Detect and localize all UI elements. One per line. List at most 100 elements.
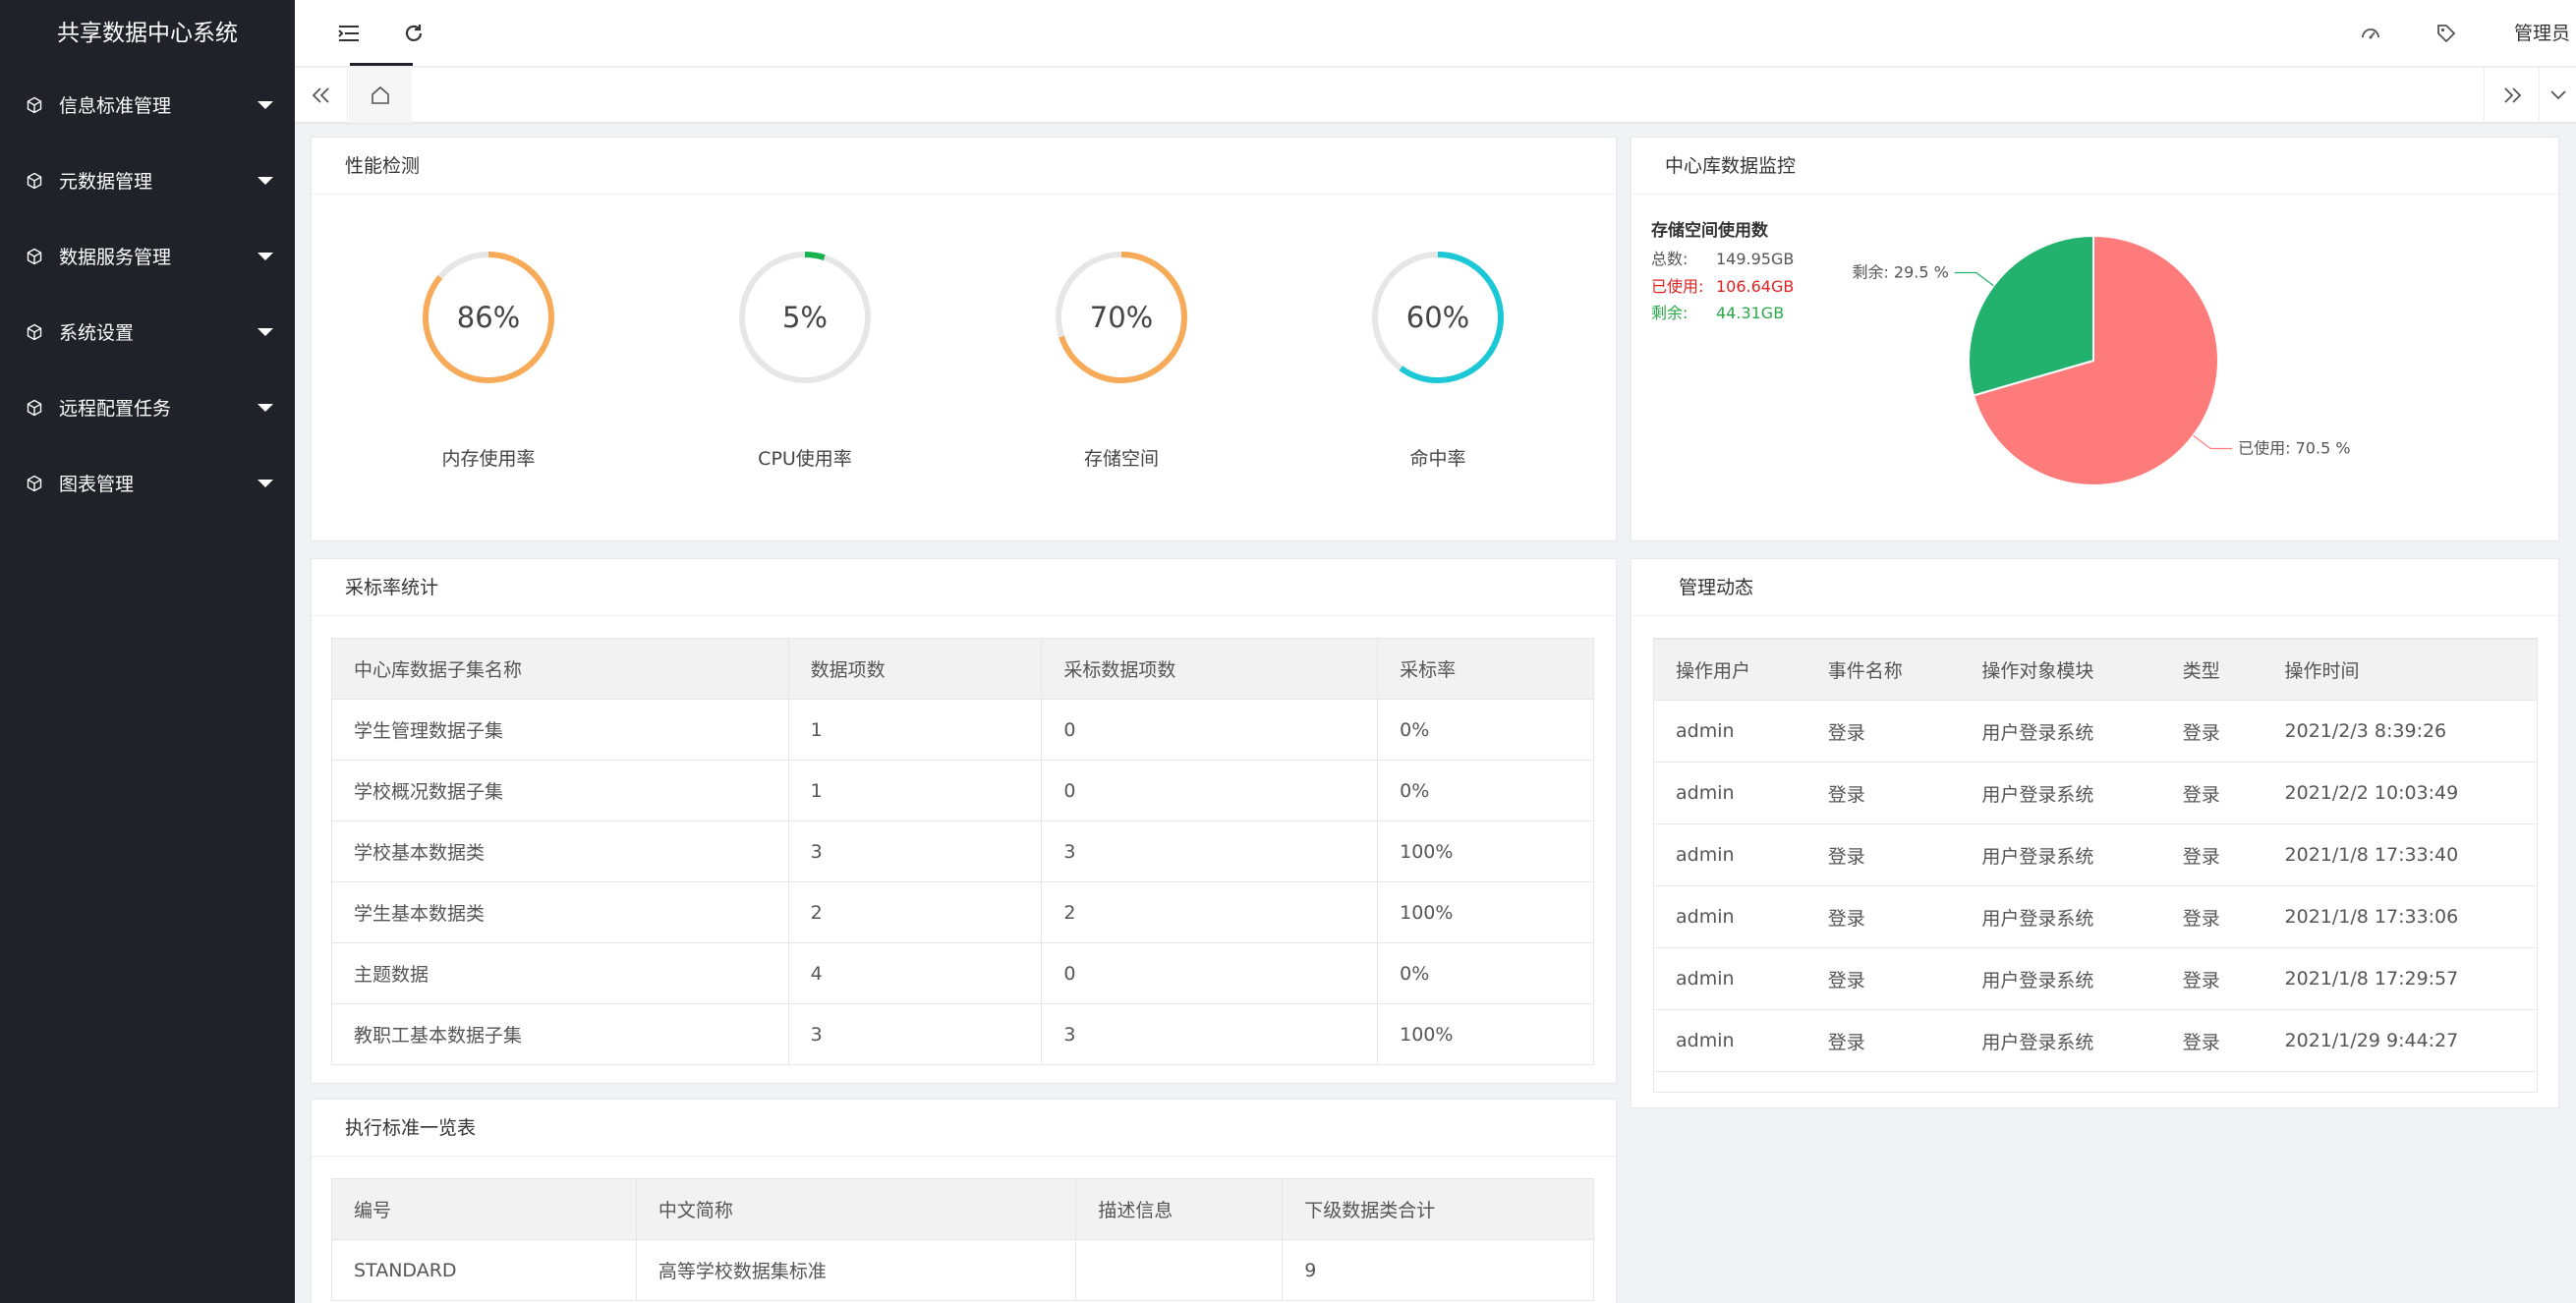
- table-cell: 0%: [1377, 942, 1594, 1004]
- column-header[interactable]: 描述信息: [1075, 1178, 1284, 1240]
- column-header[interactable]: 中文简称: [635, 1178, 1077, 1240]
- column-header[interactable]: 类型: [2160, 639, 2263, 701]
- stat-used-label: 已使用:: [1651, 277, 1704, 296]
- caret-down-icon: [258, 252, 273, 260]
- table-cell: 登录: [2160, 1009, 2263, 1072]
- stat-free-value: 44.31GB: [1716, 304, 1785, 322]
- table-cell: admin: [1654, 762, 1806, 824]
- active-indicator: [350, 63, 413, 66]
- tab-home[interactable]: [349, 68, 412, 123]
- user-menu[interactable]: 管理员: [2514, 0, 2570, 67]
- table-cell: admin: [1654, 823, 1806, 886]
- table-row[interactable]: admin 登录 用户登录系统 登录 2021/2/2 10:03:49: [1654, 762, 2537, 824]
- table-cell: 学生基本数据类: [331, 881, 789, 943]
- table-cell: 用户登录系统: [1960, 762, 2161, 824]
- table-cell: admin: [1654, 700, 1806, 763]
- table-row[interactable]: admin 登录 用户登录系统 登录 2021/2/3 8:39:26: [1654, 700, 2537, 763]
- table-header-row: 中心库数据子集名称 数据项数 采标数据项数 采标率: [331, 638, 1594, 700]
- table-cell: 登录: [1805, 1009, 1961, 1072]
- sidebar: 共享数据中心系统 信息标准管理元数据管理 数据服务管理 系统设置远程配置任务图表管理: [0, 0, 295, 1303]
- cube-icon: [26, 172, 43, 190]
- table-row[interactable]: 学校基本数据类 3 3 100%: [331, 821, 1594, 882]
- caret-down-icon: [258, 176, 273, 185]
- table-row[interactable]: STANDARD 高等学校数据集标准 9: [331, 1239, 1594, 1301]
- stat-used: 已使用: 106.64GB: [1651, 273, 1794, 297]
- refresh-icon: [405, 25, 423, 41]
- pie-leader-line: [2193, 434, 2233, 450]
- sidebar-item-label: 远程配置任务: [59, 398, 172, 420]
- gauge-1: 5%: [736, 249, 874, 386]
- table-cell: 登录: [1805, 885, 1961, 948]
- table-row[interactable]: 主题数据 4 0 0%: [331, 942, 1594, 1004]
- table-row[interactable]: admin 登录 用户登录系统 登录 2021/1/8 17:29:57: [1654, 947, 2537, 1010]
- table-cell: 2021/2/2 10:03:49: [2262, 762, 2537, 824]
- column-header[interactable]: 操作时间: [2262, 639, 2537, 701]
- table-cell: 2: [1041, 881, 1379, 943]
- app-title: 共享数据中心系统: [57, 21, 238, 46]
- sidebar-item-0[interactable]: 信息标准管理: [0, 67, 295, 142]
- home-icon: [372, 85, 389, 104]
- cube-icon: [26, 96, 43, 114]
- table-row[interactable]: admin 登录 用户登录系统 登录 2021/1/29 9:44:27: [1654, 1009, 2537, 1072]
- menu-toggle-button[interactable]: [315, 0, 383, 67]
- column-header[interactable]: 中心库数据子集名称: [331, 638, 789, 700]
- table-cell: 0: [1041, 699, 1379, 761]
- table-cell: 登录: [2160, 885, 2263, 948]
- column-header[interactable]: 下级数据类合计: [1282, 1178, 1594, 1240]
- rate-table: 中心库数据子集名称 数据项数 采标数据项数 采标率 学生管理数据子集 1 0 0% 学校概况数据…: [331, 638, 1594, 1065]
- dashboard-icon: [2362, 28, 2379, 39]
- column-header[interactable]: 数据项数: [787, 638, 1043, 700]
- double-chevron-left-icon: [312, 87, 329, 103]
- column-header[interactable]: 事件名称: [1805, 639, 1961, 701]
- gauge-value: 86%: [456, 301, 521, 334]
- tab-scroll-right-button[interactable]: [2484, 68, 2539, 123]
- refresh-button[interactable]: [379, 0, 448, 67]
- chevron-down-icon: [2549, 90, 2566, 100]
- stat-total-label: 总数:: [1651, 250, 1689, 268]
- caret-down-icon: [258, 327, 273, 336]
- log-title: 管理动态: [1631, 559, 2558, 616]
- caret-down-icon: [258, 479, 273, 487]
- sidebar-nav: 信息标准管理元数据管理 数据服务管理 系统设置远程配置任务图表管理: [0, 67, 295, 521]
- table-row[interactable]: admin 登录 用户登录系统 登录 2021/1/8 17:33:40: [1654, 823, 2537, 886]
- sidebar-item-3[interactable]: 系统设置: [0, 294, 295, 369]
- table-cell: 100%: [1377, 881, 1594, 943]
- column-header[interactable]: 操作对象模块: [1960, 639, 2161, 701]
- table-cell: 学校基本数据类: [331, 821, 789, 882]
- table-row[interactable]: 学校概况数据子集 1 0 0%: [331, 760, 1594, 821]
- table-header-row: 编号 中文简称 描述信息 下级数据类合计: [331, 1178, 1594, 1240]
- column-header[interactable]: 操作用户: [1654, 639, 1806, 701]
- top-bar: 管理员: [295, 0, 2576, 67]
- table-cell: 100%: [1377, 1003, 1594, 1065]
- sidebar-item-5[interactable]: 图表管理: [0, 445, 295, 521]
- sidebar-item-4[interactable]: 远程配置任务: [0, 369, 295, 445]
- tag-button[interactable]: [2412, 0, 2481, 67]
- table-cell: 2021/1/8 17:29:57: [2262, 947, 2537, 1010]
- stat-used-value: 106.64GB: [1716, 277, 1795, 296]
- column-header[interactable]: 采标数据项数: [1041, 638, 1379, 700]
- column-header[interactable]: 编号: [331, 1178, 637, 1240]
- table-cell: 100%: [1377, 821, 1594, 882]
- gauge-label: 命中率: [1409, 448, 1466, 470]
- table-cell: 3: [787, 1003, 1043, 1065]
- table-row[interactable]: 学生基本数据类 2 2 100%: [331, 881, 1594, 943]
- sidebar-item-2[interactable]: 数据服务管理: [0, 218, 295, 294]
- table-row[interactable]: 教职工基本数据子集 3 3 100%: [331, 1003, 1594, 1065]
- gauge-label: 存储空间: [1083, 448, 1159, 470]
- sidebar-item-1[interactable]: 元数据管理: [0, 142, 295, 218]
- gauge-2: 70%: [1053, 249, 1190, 386]
- column-header[interactable]: 采标率: [1377, 638, 1594, 700]
- tab-scroll-left-button[interactable]: [295, 68, 348, 123]
- sidebar-item-label: 信息标准管理: [59, 95, 172, 117]
- table-row[interactable]: 学生管理数据子集 1 0 0%: [331, 699, 1594, 761]
- tab-menu-button[interactable]: [2539, 68, 2576, 123]
- theme-button[interactable]: [2336, 0, 2405, 67]
- table-cell: 用户登录系统: [1960, 947, 2161, 1010]
- gauge-label: CPU使用率: [758, 448, 852, 470]
- log-table-wrap: 操作用户 事件名称 操作对象模块 类型 操作时间 admin 登录 用户登录系统 登录 2021/…: [1653, 638, 2538, 1093]
- table-cell: 2021/2/3 8:39:26: [2262, 700, 2537, 763]
- tab-bar: [295, 68, 2576, 123]
- table-row[interactable]: admin 登录 用户登录系统 登录 2021/1/8 17:33:06: [1654, 885, 2537, 948]
- table-cell: 2021/1/29 9:44:27: [2262, 1009, 2537, 1072]
- storage-pie-chart: 已使用: 70.5 % 剩余: 29.5 %: [1852, 234, 2351, 486]
